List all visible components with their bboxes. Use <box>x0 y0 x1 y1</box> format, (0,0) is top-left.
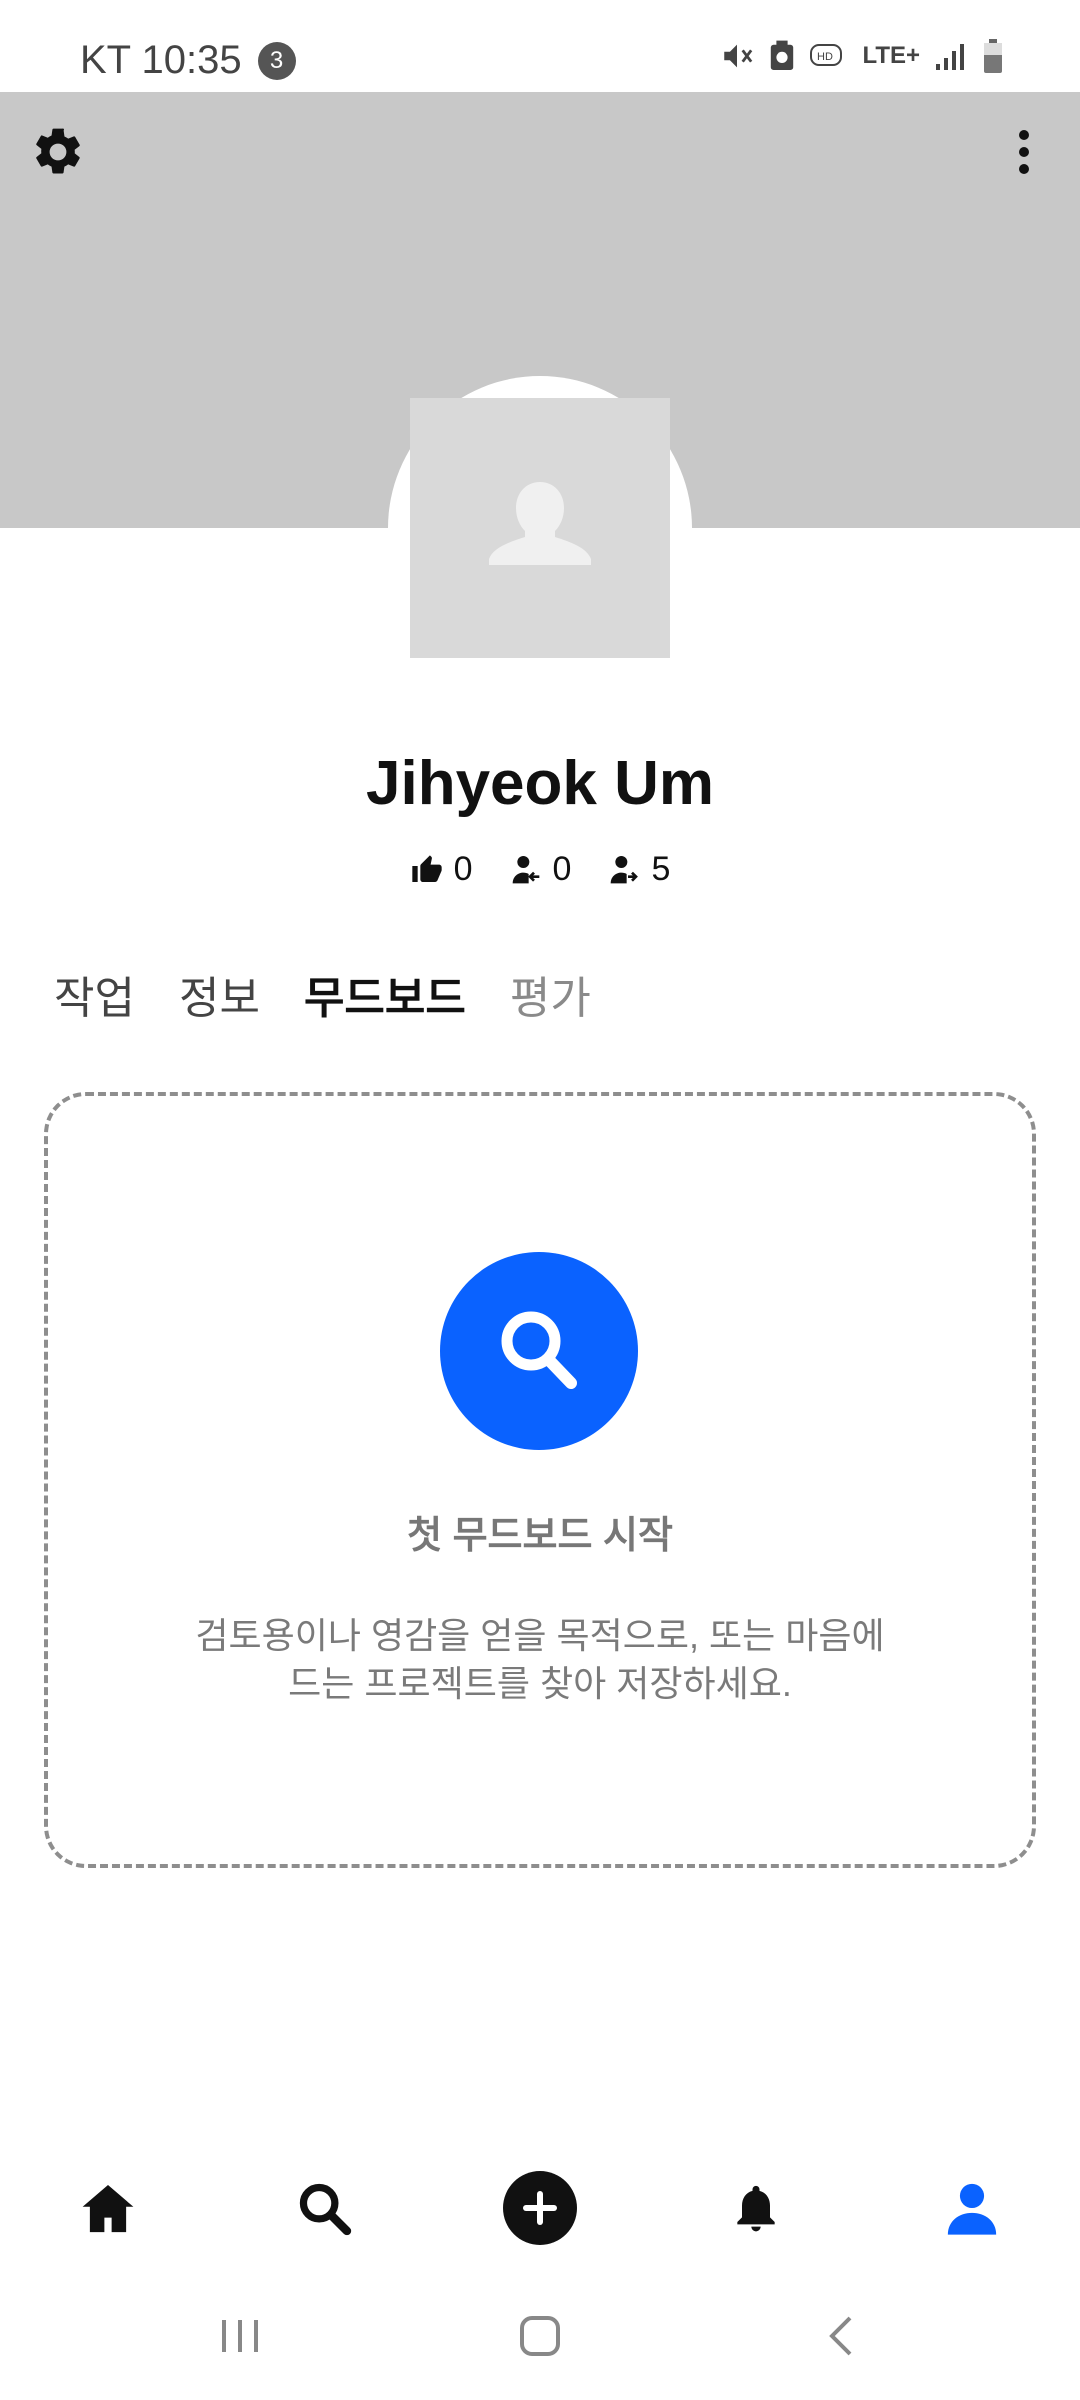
nav-search[interactable] <box>284 2168 364 2248</box>
carrier-time: KT 10:35 <box>80 38 242 82</box>
profile-icon <box>947 2183 997 2235</box>
start-moodboard-button[interactable] <box>440 1252 638 1450</box>
nav-notifications[interactable] <box>716 2168 796 2248</box>
recycle-icon <box>771 40 794 70</box>
mute-icon <box>724 44 753 68</box>
tab-work[interactable]: 작업 <box>54 962 135 1026</box>
chevron-left-icon <box>829 2316 852 2356</box>
system-home-button[interactable] <box>500 2296 580 2376</box>
empty-state-description: 검토용이나 영감을 얻을 목적으로, 또는 마음에 드는 프로젝트를 찾아 저장… <box>160 1612 920 1708</box>
followers-stat[interactable]: 0 <box>509 850 572 889</box>
system-home-icon <box>520 2316 560 2356</box>
empty-state-line-2: 드는 프로젝트를 찾아 저장하세요. <box>288 1663 792 1704</box>
status-bar: KT 10:35 3 HD LTE+ <box>0 0 1080 92</box>
settings-button[interactable] <box>24 118 92 186</box>
likes-stat[interactable]: 0 <box>410 850 473 889</box>
tab-reviews[interactable]: 평가 <box>510 962 591 1026</box>
nav-profile[interactable] <box>932 2168 1012 2248</box>
moodboard-empty-card[interactable] <box>44 1092 1036 1868</box>
followers-count: 0 <box>552 850 572 888</box>
svg-text:HD: HD <box>817 51 833 63</box>
more-vertical-icon <box>1019 130 1029 174</box>
tab-moodboard[interactable]: 무드보드 <box>304 962 466 1026</box>
add-circle-icon <box>503 2171 577 2245</box>
followers-icon <box>512 855 539 883</box>
notification-count-badge: 3 <box>257 41 296 80</box>
profile-name: Jihyeok Um <box>365 749 715 818</box>
following-icon <box>611 855 639 883</box>
signal-icon <box>936 44 964 70</box>
following-count: 5 <box>651 850 671 888</box>
battery-icon <box>984 39 1002 73</box>
avatar[interactable] <box>410 398 670 658</box>
hd-voice-icon: HD <box>810 44 843 66</box>
network-type: LTE+ <box>862 42 920 69</box>
bell-icon <box>737 2185 775 2232</box>
gear-icon <box>36 128 80 174</box>
following-stat[interactable]: 5 <box>607 850 670 889</box>
more-options-button[interactable] <box>990 118 1058 186</box>
default-avatar-icon <box>489 482 591 565</box>
system-back-button[interactable] <box>800 2296 880 2376</box>
recent-apps-icon <box>222 2320 258 2352</box>
profile-tabs: 작업 정보 무드보드 평가 <box>54 962 591 1026</box>
nav-create[interactable] <box>500 2168 580 2248</box>
tab-info[interactable]: 정보 <box>179 962 260 1026</box>
thumbs-up-icon <box>411 854 442 882</box>
empty-state-title: 첫 무드보드 시작 <box>407 1515 673 1557</box>
profile-stats: 0 0 5 <box>0 850 1080 889</box>
status-left: KT 10:35 3 <box>80 38 296 83</box>
home-icon <box>82 2185 134 2233</box>
nav-home[interactable] <box>68 2168 148 2248</box>
empty-state-line-1: 검토용이나 영감을 얻을 목적으로, 또는 마음에 <box>195 1615 885 1656</box>
system-recent-apps-button[interactable] <box>200 2296 280 2376</box>
likes-count: 0 <box>453 850 473 888</box>
search-icon <box>501 1311 577 1389</box>
status-icons: HD LTE+ <box>720 38 1004 74</box>
search-icon <box>299 2183 352 2236</box>
